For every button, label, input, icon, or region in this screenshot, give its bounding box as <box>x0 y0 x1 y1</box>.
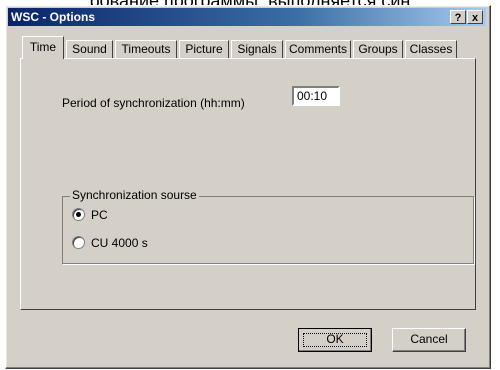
title-bar[interactable]: WSC - Options ? x <box>8 8 486 26</box>
radio-pc-label: PC <box>91 208 108 222</box>
period-input[interactable]: 00:10 <box>292 86 340 106</box>
window-title: WSC - Options <box>11 10 95 24</box>
tab-sound[interactable]: Sound <box>66 40 113 58</box>
radio-button-icon[interactable] <box>72 236 85 249</box>
help-button[interactable]: ? <box>450 10 466 24</box>
tab-groups[interactable]: Groups <box>353 40 403 58</box>
tab-picture[interactable]: Picture <box>179 40 229 58</box>
cancel-button[interactable]: Cancel <box>392 328 466 352</box>
tab-classes[interactable]: Classes <box>405 40 457 58</box>
tab-time[interactable]: Time <box>22 36 64 59</box>
focus-rect <box>303 333 367 347</box>
period-label: Period of synchronization (hh:mm) <box>62 96 245 110</box>
radio-pc[interactable]: PC <box>72 208 108 222</box>
sync-source-legend: Synchronization sourse <box>70 188 199 202</box>
ok-button[interactable]: OK <box>298 328 372 352</box>
close-button[interactable]: x <box>467 10 483 24</box>
tab-signals[interactable]: Signals <box>231 40 283 58</box>
radio-cu4000[interactable]: CU 4000 s <box>72 236 148 250</box>
radio-cu4000-label: CU 4000 s <box>91 236 148 250</box>
radio-button-icon[interactable] <box>72 208 85 221</box>
tab-comments[interactable]: Comments <box>285 40 351 58</box>
sync-source-groupbox <box>62 196 474 264</box>
tab-timeouts[interactable]: Timeouts <box>115 40 177 58</box>
